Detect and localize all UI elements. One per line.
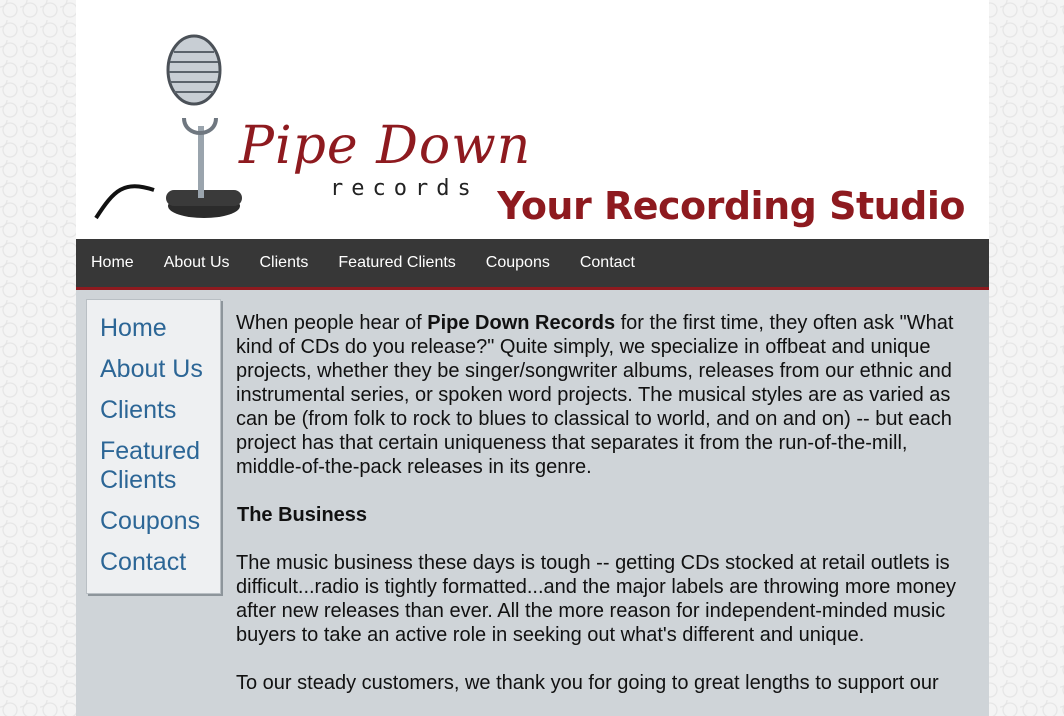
intro-text-before: When people hear of: [236, 312, 428, 334]
topnav-item-contact[interactable]: Contact: [580, 254, 635, 272]
sidebar-item-coupons[interactable]: Coupons: [100, 507, 220, 536]
topnav-item-home[interactable]: Home: [91, 254, 134, 272]
intro-paragraph: When people hear of Pipe Down Records fo…: [236, 311, 974, 479]
logo-subtitle: records: [330, 176, 479, 201]
pipe-down-records-logo[interactable]: Pipe Down records: [94, 30, 530, 230]
logo-title: Pipe Down: [239, 116, 532, 176]
main-content: When people hear of Pipe Down Records fo…: [236, 311, 974, 716]
business-paragraph: The music business these days is tough -…: [236, 552, 956, 646]
site-tagline: Your Recording Studio: [497, 184, 965, 228]
sidebar-item-clients[interactable]: Clients: [100, 396, 220, 425]
site-header: Pipe Down records Your Recording Studio: [76, 0, 989, 239]
page-container: Pipe Down records Your Recording Studio …: [76, 0, 989, 716]
topnav-item-coupons[interactable]: Coupons: [486, 254, 550, 272]
topnav-item-featured-clients[interactable]: Featured Clients: [338, 254, 455, 272]
sidebar-item-home[interactable]: Home: [100, 314, 220, 343]
company-name: Pipe Down Records: [427, 312, 616, 334]
sidebar-item-about-us[interactable]: About Us: [100, 355, 220, 384]
microphone-icon: [94, 34, 242, 220]
content-area: Home About Us Clients Featured Clients C…: [76, 290, 989, 716]
business-heading: The Business: [237, 504, 368, 526]
sidebar-item-featured-clients[interactable]: Featured Clients: [100, 437, 220, 495]
intro-text-after: for the first time, they often ask "What…: [236, 312, 954, 478]
topnav-item-clients[interactable]: Clients: [260, 254, 309, 272]
customers-paragraph: To our steady customers, we thank you fo…: [236, 672, 939, 694]
sidebar-nav: Home About Us Clients Featured Clients C…: [86, 299, 221, 594]
topnav-item-about-us[interactable]: About Us: [164, 254, 230, 272]
sidebar-item-contact[interactable]: Contact: [100, 548, 220, 577]
top-navigation: Home About Us Clients Featured Clients C…: [76, 239, 989, 290]
